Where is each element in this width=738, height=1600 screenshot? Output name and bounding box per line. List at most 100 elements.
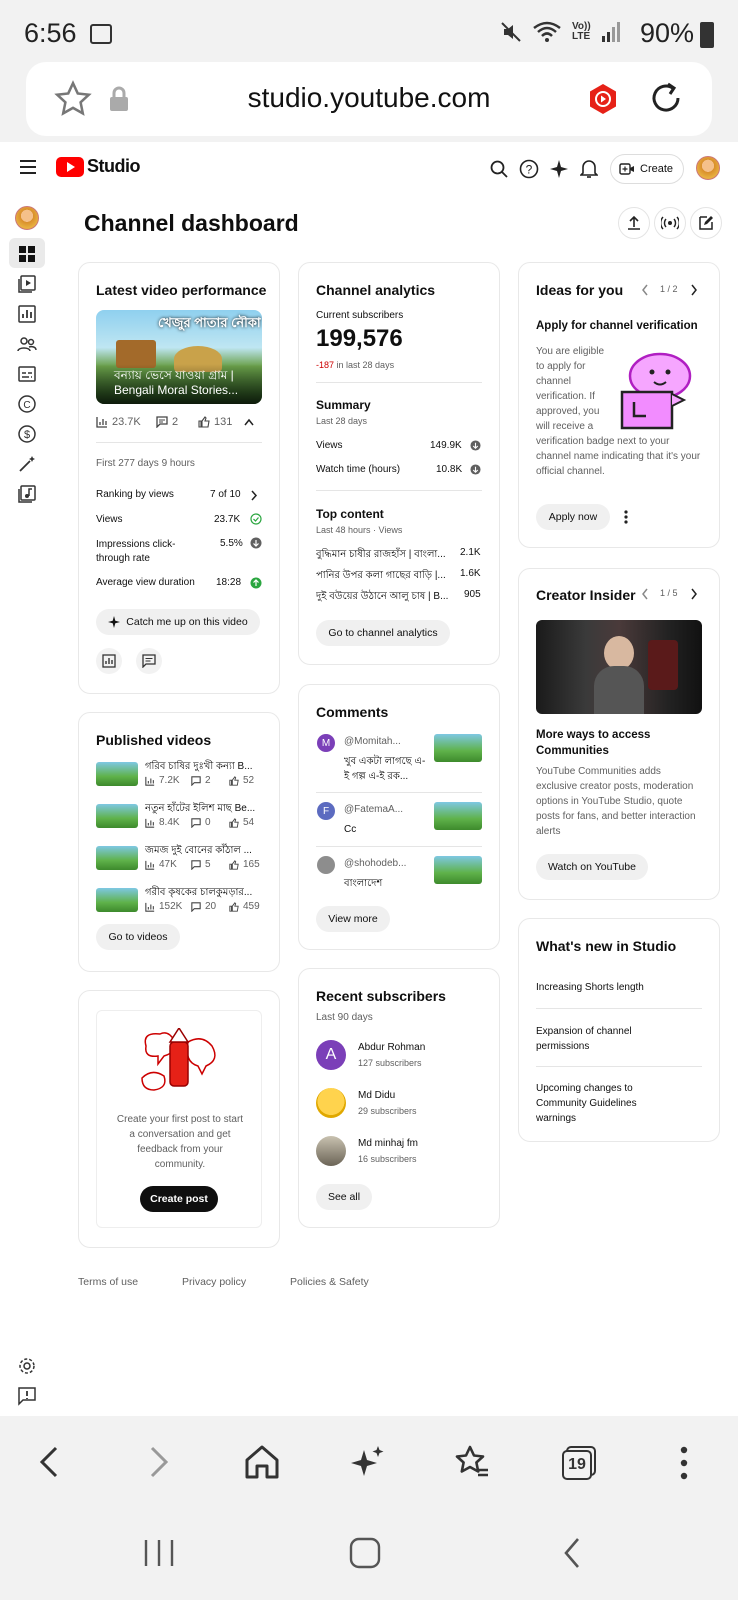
commenter-name[interactable]: @shohodeb... bbox=[344, 858, 422, 869]
url-text[interactable]: studio.youtube.com bbox=[0, 82, 738, 114]
subscriber-name[interactable]: Abdur Rohman bbox=[358, 1042, 425, 1053]
audio-library-icon[interactable] bbox=[17, 484, 37, 504]
system-home-icon[interactable] bbox=[349, 1537, 381, 1569]
insider-video-thumbnail[interactable] bbox=[536, 620, 702, 714]
create-post-button[interactable]: Create post bbox=[140, 1186, 218, 1212]
create-button[interactable]: Create bbox=[610, 154, 684, 184]
commenter-avatar[interactable]: F bbox=[317, 802, 335, 820]
analytics-icon[interactable] bbox=[17, 304, 37, 324]
divider bbox=[536, 1008, 702, 1009]
go-to-analytics-button[interactable]: Go to channel analytics bbox=[316, 620, 450, 646]
subscriber-avatar[interactable] bbox=[316, 1136, 346, 1166]
upload-icon bbox=[628, 215, 640, 230]
menu-icon[interactable] bbox=[20, 160, 36, 174]
bookmarks-icon[interactable] bbox=[454, 1444, 490, 1480]
settings-icon[interactable] bbox=[17, 1356, 37, 1376]
ai-sparkle-icon[interactable] bbox=[350, 1444, 386, 1480]
video-title[interactable]: গরীব কৃষকের চালকুমড়ার... bbox=[145, 885, 263, 902]
commenter-avatar[interactable]: M bbox=[317, 734, 335, 752]
subscriber-name[interactable]: Md minhaj fm bbox=[358, 1138, 418, 1149]
commenter-name[interactable]: @Momitah... bbox=[344, 736, 422, 747]
latest-video-thumbnail[interactable]: খেজুর পাতার নৌকা বন্যায় ভেসে যাওয়া গ্র… bbox=[96, 310, 262, 404]
account-avatar[interactable] bbox=[696, 156, 720, 180]
notifications-icon[interactable] bbox=[580, 159, 598, 179]
copyright-icon[interactable]: C bbox=[17, 394, 37, 414]
subscribers-change: -187 in last 28 days bbox=[316, 360, 395, 370]
chevron-left-icon[interactable] bbox=[641, 588, 649, 600]
whats-new-item[interactable]: Upcoming changes to Community Guidelines… bbox=[536, 1081, 656, 1126]
chevron-right-icon[interactable] bbox=[251, 490, 258, 501]
commenter-name[interactable]: @FatemaA... bbox=[344, 804, 422, 815]
community-icon[interactable] bbox=[17, 334, 37, 354]
watch-on-youtube-button[interactable]: Watch on YouTube bbox=[536, 854, 648, 880]
comment-video-thumbnail[interactable] bbox=[434, 734, 482, 762]
top-content-item[interactable]: পানির উপর কলা গাছের বাড়ি |... bbox=[316, 568, 454, 585]
video-title[interactable]: গরিব চাষির দুঃখী কন্যা B... bbox=[145, 759, 263, 776]
ranking-value: 7 of 10 bbox=[210, 489, 241, 500]
video-title[interactable]: নতুন হাঁটের ইলিশ মাছ Be... bbox=[145, 801, 263, 818]
go-to-videos-button[interactable]: Go to videos bbox=[96, 924, 180, 950]
sparkle-icon[interactable] bbox=[549, 159, 569, 179]
forward-icon[interactable] bbox=[140, 1444, 176, 1480]
recent-apps-icon[interactable] bbox=[142, 1538, 176, 1568]
upload-button[interactable] bbox=[618, 207, 650, 239]
channel-avatar[interactable] bbox=[15, 206, 39, 230]
battery-icon bbox=[700, 22, 714, 48]
video-analytics-button[interactable] bbox=[96, 648, 122, 674]
search-icon[interactable] bbox=[490, 160, 508, 178]
see-all-button[interactable]: See all bbox=[316, 1184, 372, 1210]
go-live-button[interactable] bbox=[654, 207, 686, 239]
catch-up-button[interactable]: Catch me up on this video bbox=[96, 609, 260, 635]
more-vert-icon[interactable] bbox=[624, 510, 628, 524]
feedback-icon[interactable] bbox=[17, 1386, 37, 1406]
status-time: 6:56 bbox=[24, 18, 77, 48]
latest-video-period: First 277 days 9 hours bbox=[96, 458, 195, 469]
volte-icon: Vo)) LTE bbox=[572, 21, 591, 42]
studio-logo[interactable]: Studio bbox=[56, 156, 141, 177]
whats-new-item[interactable]: Increasing Shorts length bbox=[536, 982, 702, 993]
youtube-studio-app-icon[interactable] bbox=[586, 82, 620, 116]
top-content-item[interactable]: দুই বউয়ের উঠানে আলু চাষ | B... bbox=[316, 589, 454, 606]
youtube-logo-icon bbox=[56, 156, 84, 177]
video-title[interactable]: জমজ দুই বোনের কাঁঠাল ... bbox=[145, 843, 263, 860]
video-thumbnail[interactable] bbox=[96, 804, 138, 828]
top-content-item[interactable]: বুদ্ধিমান চাষীর রাজহাঁস | বাংলা... bbox=[316, 547, 454, 564]
chevron-up-icon[interactable] bbox=[244, 418, 254, 426]
earn-icon[interactable]: $ bbox=[17, 424, 37, 444]
privacy-link[interactable]: Privacy policy bbox=[182, 1276, 246, 1288]
subscriber-avatar[interactable] bbox=[316, 1088, 346, 1118]
home-icon[interactable] bbox=[244, 1444, 280, 1480]
comment-video-thumbnail[interactable] bbox=[434, 802, 482, 830]
subscriber-name[interactable]: Md Didu bbox=[358, 1090, 395, 1101]
subscriber-avatar[interactable]: A bbox=[316, 1040, 346, 1070]
customization-icon[interactable] bbox=[17, 454, 37, 474]
video-thumbnail[interactable] bbox=[96, 888, 138, 912]
whats-new-item[interactable]: Expansion of channel permissions bbox=[536, 1024, 686, 1054]
chevron-right-icon[interactable] bbox=[690, 284, 698, 296]
view-more-button[interactable]: View more bbox=[316, 906, 390, 932]
system-back-icon[interactable] bbox=[562, 1537, 582, 1569]
subscriber-count: 127 subscribers bbox=[358, 1058, 422, 1068]
back-icon[interactable] bbox=[32, 1444, 68, 1480]
more-options-icon[interactable] bbox=[680, 1446, 688, 1480]
chevron-right-icon[interactable] bbox=[690, 588, 698, 600]
apply-now-button[interactable]: Apply now bbox=[536, 504, 610, 530]
subtitles-icon[interactable] bbox=[17, 364, 37, 384]
commenter-avatar[interactable] bbox=[317, 856, 335, 874]
comment-video-thumbnail[interactable] bbox=[434, 856, 482, 884]
policies-link[interactable]: Policies & Safety bbox=[290, 1276, 369, 1288]
tabs-button[interactable]: 19 bbox=[562, 1446, 596, 1480]
content-icon[interactable] bbox=[17, 274, 37, 294]
likes-icon bbox=[229, 775, 239, 786]
video-comments-button[interactable] bbox=[136, 648, 162, 674]
video-thumbnail[interactable] bbox=[96, 846, 138, 870]
video-thumbnail[interactable] bbox=[96, 762, 138, 786]
dashboard-icon[interactable] bbox=[17, 244, 37, 264]
terms-link[interactable]: Terms of use bbox=[78, 1276, 138, 1288]
stat-comments: 2 bbox=[172, 416, 179, 428]
reload-icon[interactable] bbox=[646, 78, 686, 118]
chevron-left-icon[interactable] bbox=[641, 284, 649, 296]
create-post-shortcut-button[interactable] bbox=[690, 207, 722, 239]
help-icon[interactable]: ? bbox=[519, 159, 539, 179]
subscriber-count: 16 subscribers bbox=[358, 1154, 417, 1164]
